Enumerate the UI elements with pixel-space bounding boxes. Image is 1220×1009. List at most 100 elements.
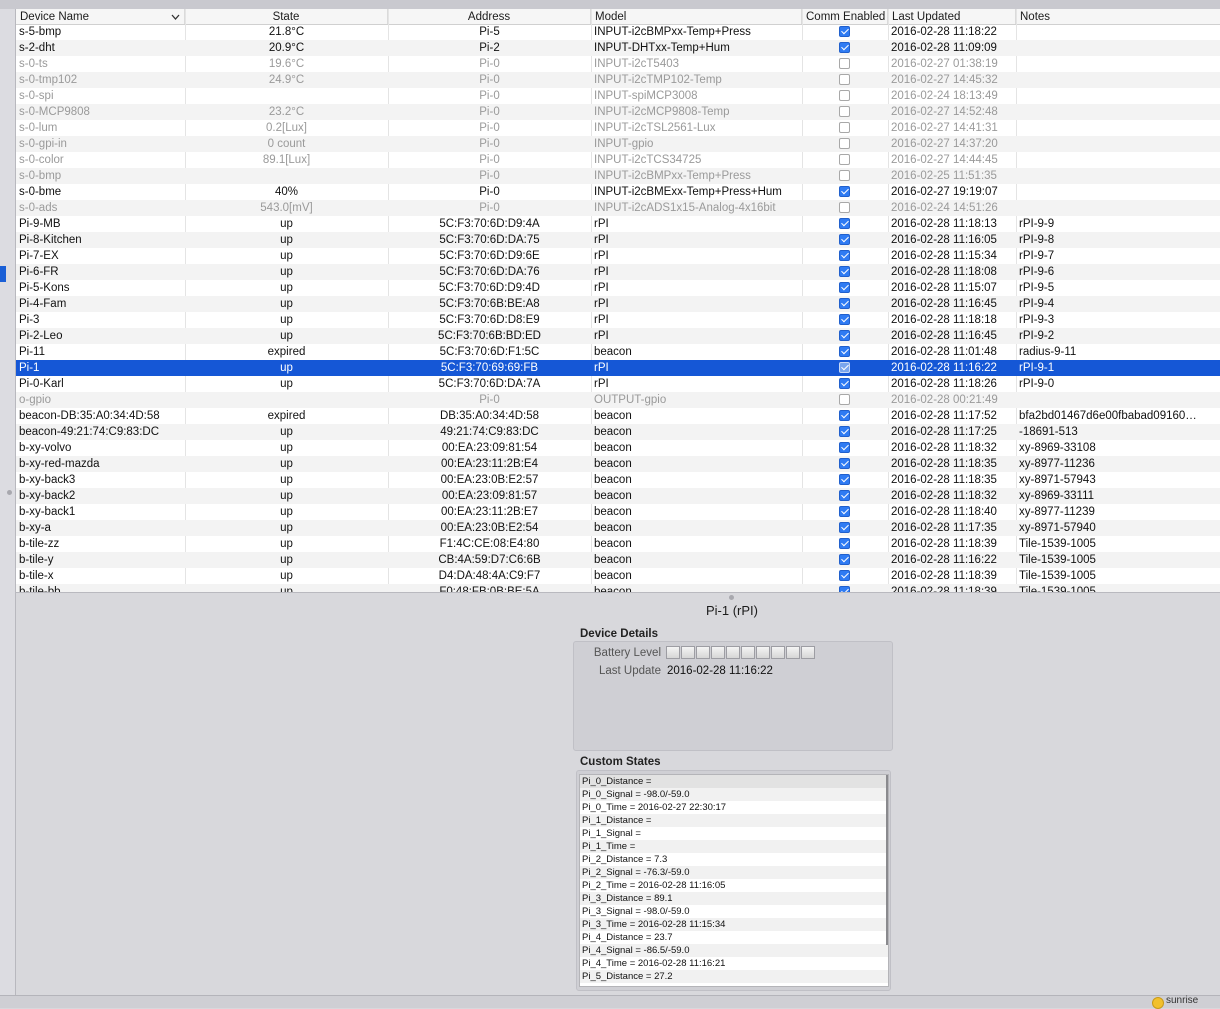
table-row[interactable]: beacon-49:21:74:C9:83:DC up 49:21:74:C9:83… bbox=[16, 424, 1220, 440]
comm-enabled-checkbox[interactable] bbox=[839, 362, 850, 373]
table-row[interactable]: b-xy-back2 up 00:EA:23:09:81:57 beacon 2016-… bbox=[16, 488, 1220, 504]
sidebar-resize-handle[interactable] bbox=[7, 490, 12, 495]
comm-enabled-checkbox[interactable] bbox=[839, 90, 850, 101]
column-header-notes[interactable]: Notes bbox=[1016, 9, 1220, 24]
table-row[interactable]: s-0-gpi-in 0 count Pi-0 INPUT-gpio 2016-02-2… bbox=[16, 136, 1220, 152]
table-row[interactable]: Pi-0-Karl up 5C:F3:70:6D:DA:7A rPI 2016-02-2… bbox=[16, 376, 1220, 392]
column-header-device-name[interactable]: Device Name bbox=[16, 9, 185, 24]
custom-states-scrollbar[interactable] bbox=[886, 775, 888, 945]
comm-enabled-checkbox[interactable] bbox=[839, 282, 850, 293]
table-row[interactable]: b-xy-volvo up 00:EA:23:09:81:54 beacon 2016-… bbox=[16, 440, 1220, 456]
table-row[interactable]: Pi-9-MB up 5C:F3:70:6D:D9:4A rPI 2016-02-28 … bbox=[16, 216, 1220, 232]
table-row[interactable]: b-tile-y up CB:4A:59:D7:C6:6B beacon 2016-02… bbox=[16, 552, 1220, 568]
table-row[interactable]: Pi-2-Leo up 5C:F3:70:6B:BD:ED rPI 2016-02-28… bbox=[16, 328, 1220, 344]
comm-enabled-checkbox[interactable] bbox=[839, 554, 850, 565]
column-header-comm-enabled[interactable]: Comm Enabled bbox=[802, 9, 888, 24]
table-row[interactable]: beacon-DB:35:A0:34:4D:58 expired DB:35:A0:… bbox=[16, 408, 1220, 424]
comm-enabled-checkbox[interactable] bbox=[839, 522, 850, 533]
table-row[interactable]: b-tile-bb up F0:48:FB:0B:BE:5A beacon 2016-0… bbox=[16, 584, 1220, 592]
table-row[interactable]: b-tile-x up D4:DA:48:4A:C9:F7 beacon 2016-02… bbox=[16, 568, 1220, 584]
comm-enabled-checkbox[interactable] bbox=[839, 346, 850, 357]
custom-state-item[interactable]: Pi_4_Signal = -86.5/-59.0 bbox=[580, 944, 888, 957]
custom-state-item[interactable]: Pi_4_Distance = 23.7 bbox=[580, 931, 888, 944]
comm-enabled-checkbox[interactable] bbox=[839, 298, 850, 309]
comm-enabled-checkbox[interactable] bbox=[839, 330, 850, 341]
table-row[interactable]: Pi-1 up 5C:F3:70:69:69:FB rPI 2016-02-28 11:… bbox=[16, 360, 1220, 376]
table-row[interactable]: Pi-4-Fam up 5C:F3:70:6B:BE:A8 rPI 2016-02-28… bbox=[16, 296, 1220, 312]
comm-enabled-checkbox[interactable] bbox=[839, 186, 850, 197]
custom-state-item[interactable]: Pi_0_Signal = -98.0/-59.0 bbox=[580, 788, 888, 801]
comm-enabled-checkbox[interactable] bbox=[839, 426, 850, 437]
comm-enabled-checkbox[interactable] bbox=[839, 506, 850, 517]
table-row[interactable]: b-tile-zz up F1:4C:CE:08:E4:80 beacon 2016-0… bbox=[16, 536, 1220, 552]
comm-enabled-checkbox[interactable] bbox=[839, 106, 850, 117]
comm-enabled-checkbox[interactable] bbox=[839, 570, 850, 581]
comm-enabled-checkbox[interactable] bbox=[839, 74, 850, 85]
column-header-address[interactable]: Address bbox=[388, 9, 591, 24]
comm-enabled-checkbox[interactable] bbox=[839, 202, 850, 213]
table-row[interactable]: s-0-bmp Pi-0 INPUT-i2cBMPxx-Temp+Press 2016… bbox=[16, 168, 1220, 184]
column-header-model[interactable]: Model bbox=[591, 9, 802, 24]
comm-enabled-checkbox[interactable] bbox=[839, 538, 850, 549]
custom-state-item[interactable]: Pi_0_Distance = bbox=[580, 775, 888, 788]
table-row[interactable]: s-0-color 89.1[Lux] Pi-0 INPUT-i2cTCS34725 2… bbox=[16, 152, 1220, 168]
comm-enabled-checkbox[interactable] bbox=[839, 474, 850, 485]
device-table[interactable]: Device Name State Address Model Comm Ena… bbox=[16, 9, 1220, 592]
table-row[interactable]: s-5-bmp 21.8°C Pi-5 INPUT-i2cBMPxx-Temp+Pre… bbox=[16, 24, 1220, 40]
table-row[interactable]: s-0-bme 40% Pi-0 INPUT-i2cBMExx-Temp+Press+… bbox=[16, 184, 1220, 200]
table-row[interactable]: s-0-lum 0.2[Lux] Pi-0 INPUT-i2cTSL2561-Lux 2… bbox=[16, 120, 1220, 136]
table-row[interactable]: b-xy-red-mazda up 00:EA:23:11:2B:E4 beacon 2… bbox=[16, 456, 1220, 472]
column-header-last-updated[interactable]: Last Updated bbox=[888, 9, 1016, 24]
column-header-state[interactable]: State bbox=[185, 9, 388, 24]
custom-states-list[interactable]: Pi_0_Distance = Pi_0_Signal = -98.0/-59.0… bbox=[579, 774, 889, 987]
custom-state-item[interactable]: Pi_3_Time = 2016-02-28 11:15:34 bbox=[580, 918, 888, 931]
table-row[interactable]: Pi-8-Kitchen up 5C:F3:70:6D:DA:75 rPI 2016-0… bbox=[16, 232, 1220, 248]
custom-state-item[interactable]: Pi_3_Signal = -98.0/-59.0 bbox=[580, 905, 888, 918]
custom-state-item[interactable]: Pi_2_Time = 2016-02-28 11:16:05 bbox=[580, 879, 888, 892]
table-row[interactable]: s-0-tmp102 24.9°C Pi-0 INPUT-i2cTMP102-Temp… bbox=[16, 72, 1220, 88]
table-row[interactable]: b-xy-back1 up 00:EA:23:11:2B:E7 beacon 2016-… bbox=[16, 504, 1220, 520]
table-row[interactable]: Pi-5-Kons up 5C:F3:70:6D:D9:4D rPI 2016-02-2… bbox=[16, 280, 1220, 296]
comm-enabled-checkbox[interactable] bbox=[839, 122, 850, 133]
comm-enabled-checkbox[interactable] bbox=[839, 442, 850, 453]
table-row[interactable]: s-0-spi Pi-0 INPUT-spiMCP3008 2016-02-24 18… bbox=[16, 88, 1220, 104]
comm-enabled-checkbox[interactable] bbox=[839, 170, 850, 181]
comm-enabled-checkbox[interactable] bbox=[839, 234, 850, 245]
comm-enabled-checkbox[interactable] bbox=[839, 490, 850, 501]
comm-enabled-checkbox[interactable] bbox=[839, 26, 850, 37]
table-row[interactable]: o-gpio Pi-0 OUTPUT-gpio 2016-02-28 00:21:49 bbox=[16, 392, 1220, 408]
custom-state-item[interactable]: Pi_2_Distance = 7.3 bbox=[580, 853, 888, 866]
table-row[interactable]: Pi-7-EX up 5C:F3:70:6D:D9:6E rPI 2016-02-28 … bbox=[16, 248, 1220, 264]
comm-enabled-checkbox[interactable] bbox=[839, 42, 850, 53]
split-divider[interactable] bbox=[15, 592, 1220, 593]
custom-state-item[interactable]: Pi_1_Time = bbox=[580, 840, 888, 853]
custom-state-item[interactable]: Pi_1_Signal = bbox=[580, 827, 888, 840]
comm-enabled-checkbox[interactable] bbox=[839, 218, 850, 229]
comm-enabled-checkbox[interactable] bbox=[839, 394, 850, 405]
custom-state-item[interactable]: Pi_3_Distance = 89.1 bbox=[580, 892, 888, 905]
table-row[interactable]: Pi-3 up 5C:F3:70:6D:D8:E9 rPI 2016-02-28 11:… bbox=[16, 312, 1220, 328]
table-row[interactable]: b-xy-a up 00:EA:23:0B:E2:54 beacon 2016-02-2… bbox=[16, 520, 1220, 536]
comm-enabled-checkbox[interactable] bbox=[839, 138, 850, 149]
comm-enabled-checkbox[interactable] bbox=[839, 266, 850, 277]
comm-enabled-checkbox[interactable] bbox=[839, 458, 850, 469]
comm-enabled-checkbox[interactable] bbox=[839, 58, 850, 69]
custom-state-item[interactable]: Pi_2_Signal = -76.3/-59.0 bbox=[580, 866, 888, 879]
table-row[interactable]: Pi-11 expired 5C:F3:70:6D:F1:5C beacon 2016-… bbox=[16, 344, 1220, 360]
table-row[interactable]: Pi-6-FR up 5C:F3:70:6D:DA:76 rPI 2016-02-28 … bbox=[16, 264, 1220, 280]
table-row[interactable]: s-0-ts 19.6°C Pi-0 INPUT-i2cT5403 2016-02-27… bbox=[16, 56, 1220, 72]
custom-state-item[interactable]: Pi_4_Time = 2016-02-28 11:16:21 bbox=[580, 957, 888, 970]
comm-enabled-checkbox[interactable] bbox=[839, 314, 850, 325]
table-row[interactable]: b-xy-back3 up 00:EA:23:0B:E2:57 beacon 2016-… bbox=[16, 472, 1220, 488]
custom-state-item[interactable]: Pi_0_Time = 2016-02-27 22:30:17 bbox=[580, 801, 888, 814]
split-handle[interactable] bbox=[729, 595, 734, 600]
custom-state-item[interactable]: Pi_5_Distance = 27.2 bbox=[580, 970, 888, 983]
comm-enabled-checkbox[interactable] bbox=[839, 154, 850, 165]
comm-enabled-checkbox[interactable] bbox=[839, 410, 850, 421]
custom-state-item[interactable]: Pi_1_Distance = bbox=[580, 814, 888, 827]
table-row[interactable]: s-0-MCP9808 23.2°C Pi-0 INPUT-i2cMCP9808-Te… bbox=[16, 104, 1220, 120]
comm-enabled-checkbox[interactable] bbox=[839, 250, 850, 261]
comm-enabled-checkbox[interactable] bbox=[839, 378, 850, 389]
table-row[interactable]: s-2-dht 20.9°C Pi-2 INPUT-DHTxx-Temp+Hum 201… bbox=[16, 40, 1220, 56]
table-row[interactable]: s-0-ads 543.0[mV] Pi-0 INPUT-i2cADS1x15-Ana… bbox=[16, 200, 1220, 216]
